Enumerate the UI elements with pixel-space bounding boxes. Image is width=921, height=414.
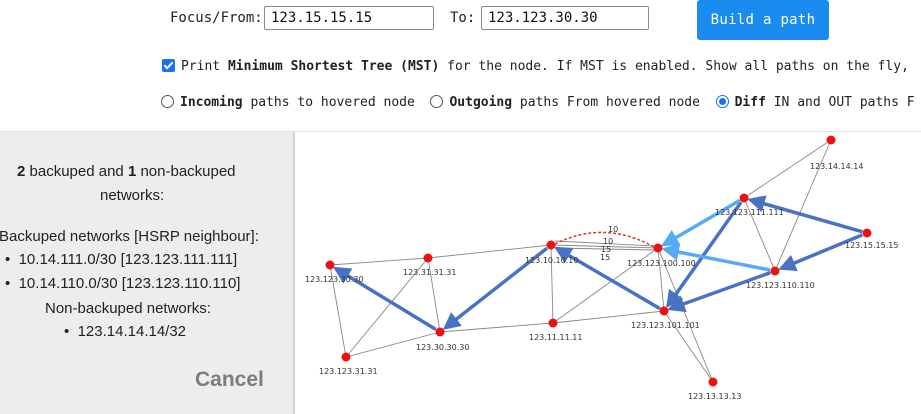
radio-outgoing-circle[interactable] xyxy=(430,95,444,108)
summary-end: non-backuped xyxy=(136,163,236,180)
node-label: 123.14.14.14 xyxy=(810,162,863,171)
graph-link xyxy=(439,322,554,333)
node-dot[interactable] xyxy=(341,352,351,362)
node-label: 123.11.11.11 xyxy=(529,333,582,342)
nonbackuped-title: Non-backuped networks: xyxy=(45,300,211,317)
node-label: 123.123.31.31 xyxy=(319,367,378,376)
node-label: 123.15.15.15 xyxy=(845,241,898,250)
networks-panel: 2 backuped and 1 non-backuped networks: … xyxy=(0,132,295,414)
cancel-button[interactable]: Cancel xyxy=(195,368,264,392)
backuped-title: Backuped networks [HSRP neighbour]: xyxy=(0,228,259,245)
mst-prefix: Print xyxy=(181,59,228,74)
node-dot[interactable] xyxy=(826,135,836,145)
focus-label: Focus/From: xyxy=(170,10,263,26)
radio-diff-circle[interactable] xyxy=(715,95,729,108)
summary-line-2: networks: xyxy=(100,187,165,204)
summary-line: 2 backuped and 1 non-backuped xyxy=(17,163,236,180)
node-dot[interactable] xyxy=(548,318,558,328)
graph-node[interactable]: 123.10.10.10 xyxy=(525,240,578,266)
node-label: 123.10.10.10 xyxy=(525,256,578,265)
radio-incoming-circle[interactable] xyxy=(161,95,174,108)
radio-diff[interactable]: Diff IN and OUT paths F xyxy=(715,95,915,110)
focus-input[interactable]: 123.15.15.15 xyxy=(264,6,434,30)
node-dot[interactable] xyxy=(862,228,872,238)
node-dot[interactable] xyxy=(546,240,556,250)
build-path-button[interactable]: Build a path xyxy=(697,0,829,40)
path-arrow xyxy=(778,233,864,272)
node-label: 123.123.100.100 xyxy=(627,259,696,268)
radio-incoming-bold: Incoming xyxy=(180,95,243,110)
node-dot[interactable] xyxy=(770,266,780,276)
graph-node[interactable]: 123.31.31.31 xyxy=(403,253,456,278)
mst-suffix: for the node. If MST is enabled. Show al… xyxy=(439,59,909,74)
backuped-network-item: • 10.14.110.0/30 [123.123.110.110] xyxy=(5,275,241,292)
to-label: To: xyxy=(450,10,476,26)
node-dot[interactable] xyxy=(423,253,433,263)
radio-outgoing[interactable]: Outgoing paths From hovered node xyxy=(430,95,700,110)
graph-link xyxy=(329,257,429,266)
graph-edge-labels: 10101515 xyxy=(600,225,618,262)
node-dot[interactable] xyxy=(653,243,663,253)
node-label: 123.123.30.30 xyxy=(305,275,364,284)
edge-weight-label: 10 xyxy=(608,225,618,234)
graph-link xyxy=(657,247,665,312)
summary-mid: backuped and xyxy=(25,163,128,180)
graph-links xyxy=(329,139,868,383)
node-label: 123.123.110.110 xyxy=(746,281,815,290)
backuped-network-text: 10.14.111.0/30 [123.123.111.111] xyxy=(18,251,238,268)
mst-bold: Minimum Shortest Tree (MST) xyxy=(227,59,440,74)
graph-node[interactable]: 123.30.30.30 xyxy=(416,327,469,353)
graph-node[interactable]: 123.13.13.13 xyxy=(688,377,741,402)
direction-options: Incoming paths to hovered node Outgoing … xyxy=(161,95,915,110)
node-dot[interactable] xyxy=(659,306,669,316)
graph-node[interactable]: 123.123.30.30 xyxy=(305,260,364,285)
radio-diff-bold: Diff xyxy=(734,95,766,110)
edge-weight-label: 15 xyxy=(600,253,610,262)
graph-nodes[interactable]: 123.14.14.14 123.123.111.111 123.15.15.15 1… xyxy=(305,135,898,402)
node-dot[interactable] xyxy=(435,327,445,337)
graph-node[interactable]: 123.123.31.31 xyxy=(319,352,378,377)
backuped-network-text: 10.14.110.0/30 [123.123.110.110] xyxy=(18,275,241,292)
node-dot[interactable] xyxy=(708,377,718,387)
radio-incoming-text: paths to hovered node xyxy=(242,95,415,110)
backuped-network-item: • 10.14.111.0/30 [123.123.111.111] xyxy=(5,251,238,268)
graph-node[interactable]: 123.14.14.14 xyxy=(810,135,863,172)
node-dot[interactable] xyxy=(325,260,335,270)
mst-checkbox[interactable] xyxy=(162,59,175,72)
node-dot[interactable] xyxy=(739,193,749,203)
radio-diff-text: IN and OUT paths F xyxy=(765,95,915,110)
node-label: 123.123.101.101 xyxy=(631,321,700,330)
radio-incoming[interactable]: Incoming paths to hovered node xyxy=(161,95,415,110)
network-graph[interactable]: 10101515 123.14.14.14123.123.111.111123.… xyxy=(297,133,921,414)
node-label: 123.31.31.31 xyxy=(403,268,456,277)
graph-paths xyxy=(332,195,864,331)
nonbackuped-network-item: • 123.14.14.14/32 xyxy=(64,323,187,340)
radio-outgoing-text: paths From hovered node xyxy=(512,95,700,110)
nonbackuped-network-text: 123.14.14.14/32 xyxy=(77,323,187,340)
graph-node[interactable]: 123.123.101.101 xyxy=(631,306,700,331)
node-label: 123.123.111.111 xyxy=(715,208,784,217)
graph-node[interactable]: 123.11.11.11 xyxy=(529,318,582,343)
node-label: 123.13.13.13 xyxy=(688,392,741,401)
to-input[interactable]: 123.123.30.30 xyxy=(481,6,649,30)
node-label: 123.30.30.30 xyxy=(416,343,469,352)
radio-outgoing-bold: Outgoing xyxy=(449,95,513,110)
mst-option[interactable]: Print Minimum Shortest Tree (MST) for th… xyxy=(162,59,909,74)
